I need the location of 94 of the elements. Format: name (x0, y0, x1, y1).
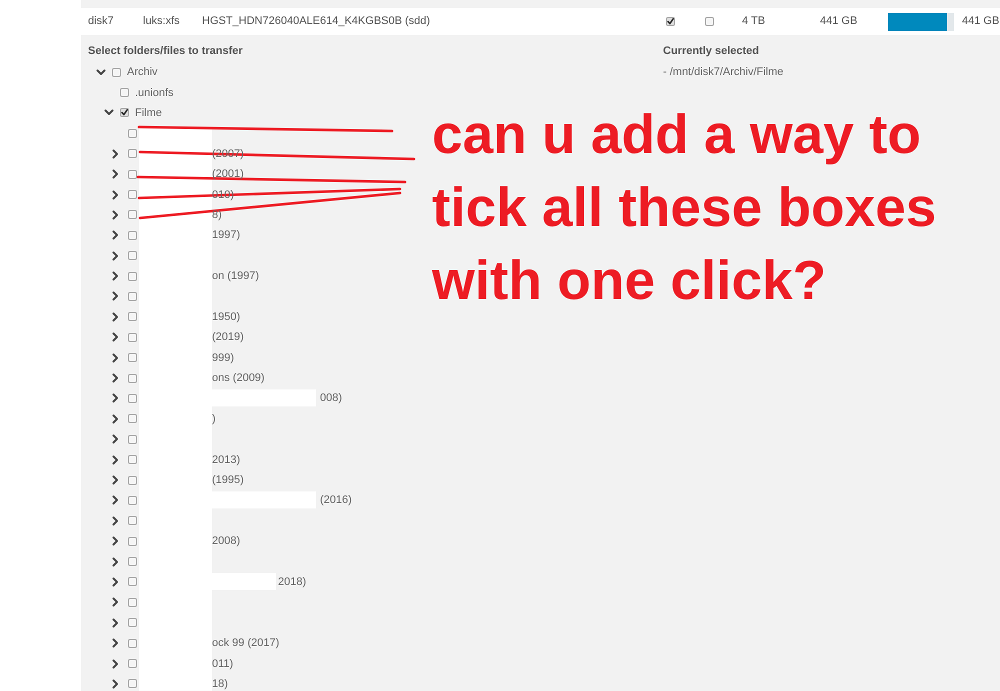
section-heading: Currently selected (663, 44, 760, 59)
checkbox[interactable] (128, 659, 137, 668)
chevron-right-icon[interactable] (112, 148, 119, 159)
checkbox[interactable] (120, 88, 129, 98)
checkbox[interactable] (128, 679, 137, 688)
chevron-right-icon[interactable] (112, 556, 119, 567)
table-cell-text: HGST_HDN726040ALE614_K4KGBS0B (sdd) (202, 14, 430, 30)
chevron-right-icon[interactable] (112, 332, 119, 342)
checkbox[interactable] (128, 149, 137, 158)
tree-item-label[interactable]: (2016) (320, 494, 352, 506)
tree-item-label[interactable]: on (1997) (212, 270, 260, 282)
checkbox[interactable] (128, 374, 137, 383)
checkbox[interactable] (128, 210, 137, 220)
chevron-right-icon[interactable] (112, 373, 119, 384)
chevron-right-icon[interactable] (112, 475, 119, 485)
checkbox[interactable] (128, 496, 137, 505)
checkbox[interactable] (128, 128, 137, 138)
checkbox[interactable] (128, 455, 137, 464)
checkbox[interactable] (128, 170, 137, 179)
table-cell-text: 441 GB (962, 14, 1000, 30)
tree-item-label[interactable]: 8) (212, 208, 222, 221)
chevron-right-icon[interactable] (112, 210, 119, 220)
checkbox[interactable] (128, 230, 137, 240)
chevron-right-icon[interactable] (112, 536, 119, 546)
chevron-right-icon[interactable] (112, 618, 119, 628)
chevron-right-icon[interactable] (112, 495, 119, 506)
chevron-right-icon[interactable] (112, 271, 119, 282)
checkbox[interactable] (128, 434, 137, 444)
checkbox[interactable] (128, 332, 137, 342)
chevron-right-icon[interactable] (112, 678, 119, 689)
selected-path: - /mnt/disk7/Archiv/Filme (663, 64, 784, 80)
chevron-right-icon[interactable] (112, 638, 119, 648)
tree-item-label[interactable]: ock 99 (2017) (212, 637, 280, 650)
tree-item-label[interactable]: (2019) (212, 331, 244, 344)
checkbox[interactable] (128, 414, 137, 424)
tree-item-label[interactable]: 2013) (212, 454, 240, 466)
table-cell-text: 441 GB (820, 14, 858, 30)
table-cell-text: luks:xfs (143, 14, 180, 30)
tree-item-label[interactable]: (2007) (212, 148, 244, 160)
chevron-right-icon[interactable] (112, 434, 119, 444)
chevron-right-icon[interactable] (112, 291, 119, 302)
checkbox[interactable] (128, 516, 137, 526)
checkbox[interactable] (128, 598, 137, 607)
checkbox[interactable] (128, 312, 137, 322)
chevron-down-icon[interactable] (104, 109, 114, 116)
chevron-right-icon[interactable] (112, 393, 119, 404)
chevron-right-icon[interactable] (112, 658, 119, 669)
chevron-right-icon[interactable] (112, 230, 119, 240)
checkbox[interactable] (120, 108, 129, 118)
chevron-down-icon[interactable] (96, 68, 106, 76)
checkbox[interactable] (128, 618, 137, 628)
checkbox[interactable] (128, 577, 137, 586)
tree-item-label[interactable]: 18) (212, 678, 228, 690)
checkbox[interactable] (128, 353, 137, 362)
section-heading: Select folders/files to transfer (88, 44, 244, 59)
tree-item-label[interactable]: Archiv (127, 66, 158, 78)
chevron-right-icon[interactable] (112, 352, 119, 363)
checkbox[interactable] (128, 272, 137, 281)
annotation-text: can u add a way to tick all these boxes with one click? (432, 102, 936, 313)
tree-item-label[interactable]: 011) (212, 658, 234, 670)
tree-item-label[interactable]: 1997) (212, 229, 240, 242)
tree-item-label[interactable]: Filme (135, 106, 162, 119)
checkbox[interactable] (128, 476, 137, 484)
table-cell-text: 4 TB (742, 14, 766, 30)
tree-item-label[interactable]: 999) (212, 352, 234, 364)
checkbox[interactable] (112, 68, 121, 77)
checkbox[interactable] (128, 394, 137, 403)
tree-item-label[interactable]: 1950) (212, 310, 240, 323)
checkbox[interactable] (705, 17, 714, 26)
checkbox[interactable] (128, 638, 137, 648)
checkbox[interactable] (128, 536, 137, 546)
chevron-right-icon[interactable] (112, 576, 119, 587)
checkbox[interactable] (128, 557, 137, 566)
chevron-right-icon[interactable] (112, 169, 119, 180)
checkbox[interactable] (666, 17, 675, 26)
checkbox[interactable] (128, 190, 137, 200)
tree-item-label[interactable]: 008) (320, 392, 342, 404)
tree-item-label[interactable]: 2018) (278, 576, 306, 588)
chevron-right-icon[interactable] (112, 414, 119, 424)
tree-item-label[interactable]: ) (212, 412, 216, 425)
table-cell-text: disk7 (88, 14, 114, 30)
chevron-right-icon[interactable] (112, 597, 119, 608)
chevron-right-icon[interactable] (112, 190, 119, 200)
tree-item-label[interactable]: (1995) (212, 474, 244, 486)
chevron-right-icon[interactable] (112, 516, 119, 526)
tree-item-label[interactable]: .unionfs (135, 86, 174, 99)
tree-item-label[interactable]: 2008) (212, 535, 240, 548)
checkbox[interactable] (128, 292, 137, 301)
tree-item-label[interactable]: (2001) (212, 168, 244, 180)
chevron-right-icon[interactable] (112, 454, 119, 465)
chevron-right-icon[interactable] (112, 312, 119, 322)
chevron-right-icon[interactable] (112, 250, 119, 261)
tree-item-label[interactable]: ons (2009) (212, 372, 265, 384)
checkbox[interactable] (128, 251, 137, 260)
